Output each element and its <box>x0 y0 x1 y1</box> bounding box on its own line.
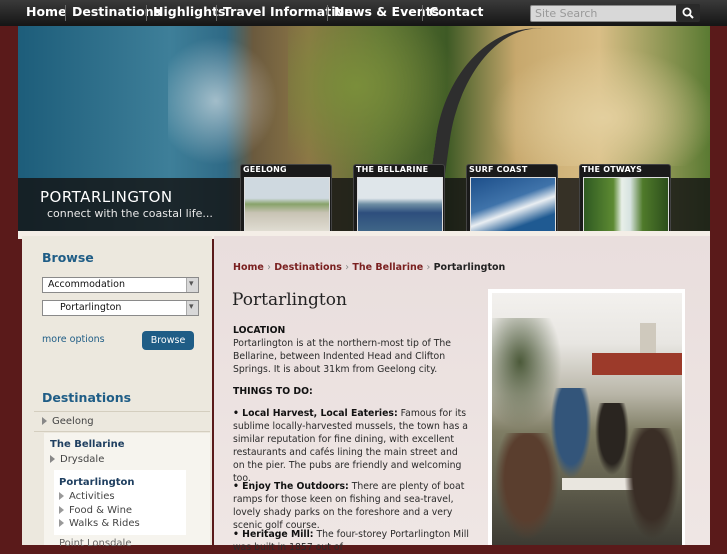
photo-person <box>492 433 562 545</box>
breadcrumb-destinations[interactable]: Destinations <box>274 262 342 273</box>
hero-tagline: connect with the coastal life... <box>47 207 213 220</box>
location-text: Portarlington is at the northern-most ti… <box>233 338 452 375</box>
location-select[interactable]: Portarlington <box>42 300 199 316</box>
coastline-image <box>168 26 288 176</box>
nav-divider <box>65 5 66 21</box>
destination-geelong[interactable]: Geelong <box>42 416 94 427</box>
breadcrumb-separator: › <box>426 262 431 273</box>
chevron-right-icon <box>42 417 47 425</box>
region-tile-bellarine[interactable]: THE BELLARINE <box>353 164 445 231</box>
breadcrumb: Home › Destinations › The Bellarine › Po… <box>233 262 505 273</box>
chevron-down-icon <box>186 277 198 292</box>
destination-label: Drysdale <box>60 454 105 465</box>
cafe-photo <box>492 293 682 545</box>
destination-point-lonsdale[interactable]: Point Lonsdale <box>59 538 131 549</box>
things-item-mill: • Heritage Mill: The four-storey Portarl… <box>233 528 471 554</box>
things-item-outdoors: • Enjoy The Outdoors: There are plenty o… <box>233 480 471 532</box>
accommodation-type-select[interactable]: Accommodation <box>42 277 199 293</box>
location-heading: LOCATION <box>233 325 286 336</box>
more-options-link[interactable]: more options <box>42 334 105 345</box>
select-value: Portarlington <box>60 302 122 313</box>
region-label: GEELONG <box>243 165 287 174</box>
sub-item-label: Food & Wine <box>69 505 133 516</box>
region-thumbnail <box>583 177 669 231</box>
browse-heading: Browse <box>42 250 94 265</box>
chevron-right-icon <box>59 506 64 514</box>
chevron-down-icon <box>186 300 198 315</box>
nav-divider <box>216 5 217 21</box>
item-title: • Heritage Mill: <box>233 529 314 540</box>
region-tile-otways[interactable]: THE OTWAYS <box>579 164 671 231</box>
item-title: • Enjoy The Outdoors: <box>233 481 349 492</box>
item-title: • Local Harvest, Local Eateries: <box>233 408 398 419</box>
search-input[interactable]: Site Search <box>530 5 681 22</box>
chevron-right-icon <box>50 455 55 463</box>
sub-item-label: Walks & Rides <box>69 518 140 529</box>
region-thumbnail <box>470 177 556 231</box>
destination-bellarine[interactable]: The Bellarine <box>50 439 124 450</box>
divider <box>34 411 210 412</box>
nav-divider <box>327 5 328 21</box>
destination-drysdale[interactable]: Drysdale <box>50 454 104 465</box>
item-text: Famous for its sublime locally-harvested… <box>233 408 468 484</box>
sub-item-activities[interactable]: Activities <box>59 491 115 502</box>
destination-label: Geelong <box>52 416 94 427</box>
sub-item-walks-rides[interactable]: Walks & Rides <box>59 518 140 529</box>
chevron-right-icon <box>59 492 64 500</box>
breadcrumb-current: Portarlington <box>433 262 506 273</box>
nav-destinations[interactable]: Destinations <box>72 0 161 26</box>
breadcrumb-home[interactable]: Home <box>233 262 264 273</box>
nav-divider <box>146 5 147 21</box>
select-value: Accommodation <box>48 279 125 290</box>
region-thumbnail <box>357 177 443 231</box>
things-heading: THINGS TO DO: <box>233 385 471 398</box>
breadcrumb-separator: › <box>345 262 350 273</box>
sub-item-label: Activities <box>69 491 115 502</box>
region-label: THE OTWAYS <box>582 165 643 174</box>
browse-button[interactable]: Browse <box>142 331 194 350</box>
location-section: LOCATION Portarlington is at the norther… <box>233 324 471 376</box>
destinations-heading: Destinations <box>42 390 132 405</box>
page-title: Portarlington <box>232 290 347 310</box>
hero-banner: PORTARLINGTON connect with the coastal l… <box>18 26 710 231</box>
chevron-right-icon <box>59 519 64 527</box>
region-label: THE BELLARINE <box>356 165 429 174</box>
things-item-harvest: • Local Harvest, Local Eateries: Famous … <box>233 407 471 485</box>
photo-awning <box>592 353 682 375</box>
destination-portarlington[interactable]: Portarlington <box>59 477 135 488</box>
region-tile-geelong[interactable]: GEELONG <box>240 164 332 231</box>
photo-person <box>622 428 682 545</box>
breadcrumb-separator: › <box>267 262 271 273</box>
nav-home[interactable]: Home <box>26 0 67 26</box>
sub-item-food-wine[interactable]: Food & Wine <box>59 505 132 516</box>
breadcrumb-bellarine[interactable]: The Bellarine <box>352 262 423 273</box>
search-button[interactable] <box>676 4 700 22</box>
things-heading-text: THINGS TO DO: <box>233 386 313 397</box>
region-tile-surf-coast[interactable]: SURF COAST <box>466 164 558 231</box>
region-label: SURF COAST <box>469 165 528 174</box>
top-navigation: Home Destinations Highlights Travel Info… <box>0 0 727 26</box>
divider <box>34 431 210 432</box>
nav-highlights[interactable]: Highlights <box>153 0 225 26</box>
nav-divider <box>422 5 423 21</box>
hero-trees <box>288 26 458 176</box>
hero-place-name: PORTARLINGTON <box>40 188 173 206</box>
search-icon <box>682 7 694 19</box>
nav-contact[interactable]: Contact <box>429 0 483 26</box>
region-thumbnail <box>244 177 330 231</box>
nav-news-events[interactable]: News & Events <box>334 0 439 26</box>
